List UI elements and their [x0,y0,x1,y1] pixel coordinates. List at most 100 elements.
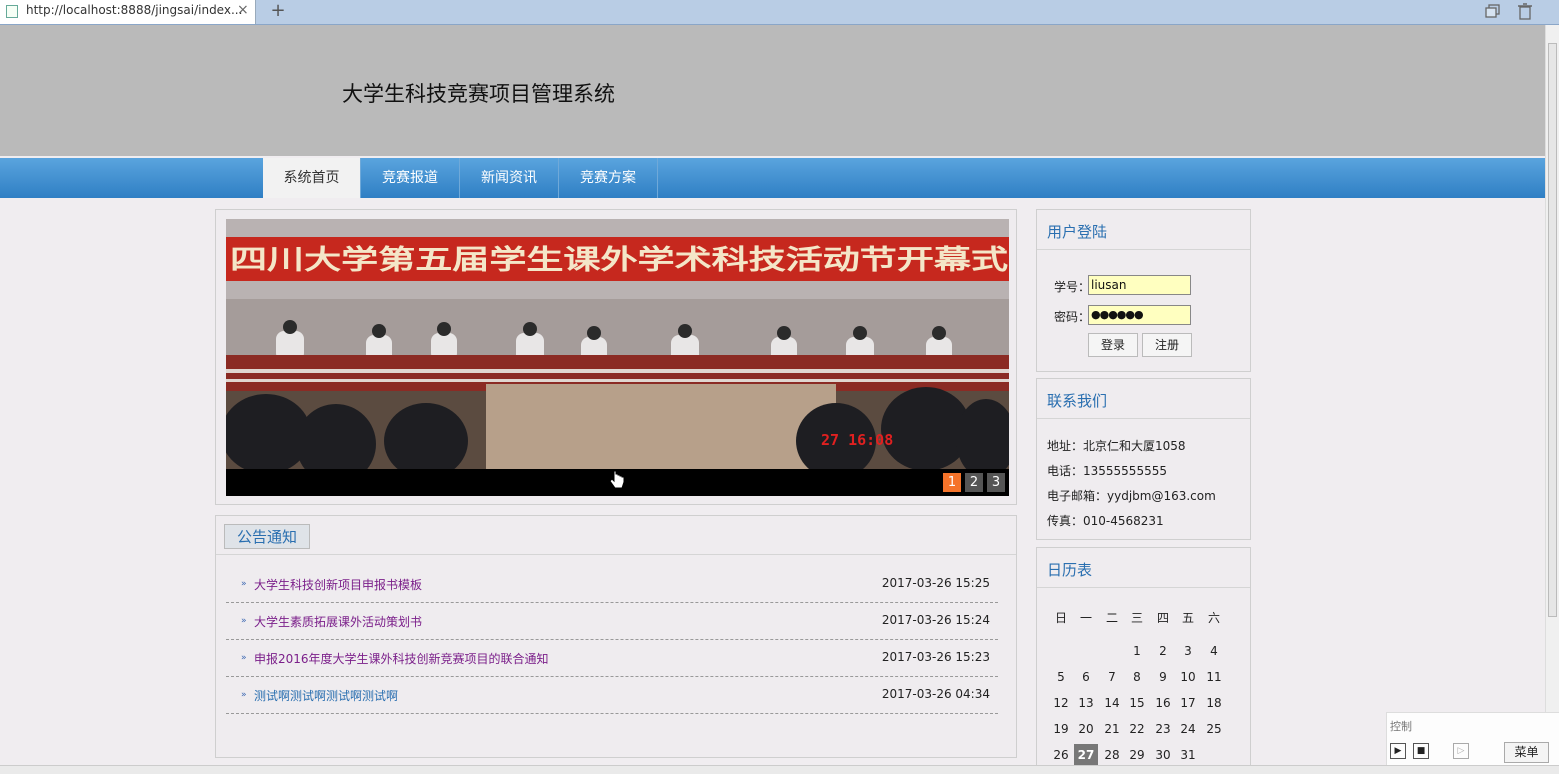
calendar-day[interactable]: 22 [1125,718,1149,740]
calendar-day[interactable]: 8 [1125,666,1149,688]
control-title: 控制 [1390,720,1412,733]
login-button[interactable]: 登录 [1088,333,1138,357]
step-icon[interactable]: ▷ [1453,743,1469,759]
calendar-day[interactable]: 12 [1049,692,1073,714]
calendar-day[interactable]: 15 [1125,692,1149,714]
main-nav: 系统首页 竞赛报道 新闻资讯 竞赛方案 [0,158,1545,198]
register-button[interactable]: 注册 [1142,333,1192,357]
contact-title: 联系我们 [1047,392,1108,410]
menu-button[interactable]: 菜单 [1504,742,1549,763]
calendar-weekday: 四 [1156,611,1169,625]
login-title: 用户登陆 [1047,223,1108,241]
notice-link[interactable]: 测试啊测试啊测试啊测试啊 [254,687,398,704]
browser-tab-bar: http://localhost:8888/jingsai/index... ×… [0,0,1559,25]
image-slider[interactable]: 四川大学第五届学生课外学术科技活动节开幕式 27 16:08 1 2 3 [226,219,1009,496]
calendar-day[interactable]: 10 [1176,666,1200,688]
notice-date: 2017-03-26 15:23 [881,650,990,664]
notice-date: 2017-03-26 04:34 [881,687,990,701]
calendar-weekday: 一 [1079,611,1092,625]
bullet-icon: » [241,690,247,700]
notice-link[interactable]: 申报2016年度大学生课外科技创新竞赛项目的联合通知 [254,650,549,667]
calendar-weekday: 六 [1207,611,1220,625]
calendar-day[interactable]: 23 [1151,718,1175,740]
contact-fax: 传真：010-4568231 [1047,514,1164,528]
calendar-day[interactable]: 17 [1176,692,1200,714]
calendar-day[interactable]: 5 [1049,666,1073,688]
contact-phone: 电话：13555555555 [1047,464,1167,478]
notice-date: 2017-03-26 15:25 [881,576,990,590]
control-panel: 控制 ▶ ■ ▷ 菜单 [1386,712,1559,769]
nav-item-competition-plans[interactable]: 竞赛方案 [559,158,658,198]
calendar-day[interactable]: 11 [1202,666,1226,688]
browser-tab[interactable]: http://localhost:8888/jingsai/index... × [0,0,256,24]
password-input[interactable]: ●●●●●● [1088,305,1191,325]
calendar-weekday: 日 [1054,611,1067,625]
calendar-day[interactable]: 16 [1151,692,1175,714]
calendar-day[interactable]: 30 [1151,744,1175,766]
nav-item-competition-reports[interactable]: 竞赛报道 [361,158,460,198]
calendar-day[interactable]: 18 [1202,692,1226,714]
contact-address: 地址：北京仁和大厦1058 [1047,439,1186,453]
photo-timestamp: 27 16:08 [821,431,893,449]
calendar-day[interactable]: 19 [1049,718,1073,740]
calendar-title: 日历表 [1047,561,1093,579]
hand-cursor-icon [609,470,625,489]
notice-link[interactable]: 大学生素质拓展课外活动策划书 [254,613,422,630]
calendar-day[interactable]: 31 [1176,744,1200,766]
calendar-day[interactable]: 3 [1176,640,1200,662]
calendar-weekday: 二 [1105,611,1118,625]
stop-icon[interactable]: ■ [1413,743,1429,759]
divider [216,554,1016,555]
divider [1037,418,1250,419]
banner-text: 四川大学第五届学生课外学术科技活动节开幕式 [230,244,1008,276]
login-box: 用户登陆 学号： 密码： ●●●●●● 登录 注册 [1036,209,1251,372]
site-header: 大学生科技竞赛项目管理系统 [0,25,1545,156]
bullet-icon: » [241,616,247,626]
calendar-day[interactable]: 9 [1151,666,1175,688]
trash-icon[interactable] [1516,2,1534,20]
bullet-icon: » [241,653,247,663]
divider [1037,249,1250,250]
calendar-day[interactable]: 1 [1125,640,1149,662]
calendar-day[interactable]: 21 [1100,718,1124,740]
site-title: 大学生科技竞赛项目管理系统 [342,82,615,106]
slide-page-3[interactable]: 3 [987,473,1005,492]
calendar-day[interactable]: 14 [1100,692,1124,714]
play-icon[interactable]: ▶ [1390,743,1406,759]
student-id-input[interactable] [1088,275,1191,295]
calendar-day[interactable]: 7 [1100,666,1124,688]
calendar-day[interactable]: 13 [1074,692,1098,714]
notice-row: » 申报2016年度大学生课外科技创新竞赛项目的联合通知 2017-03-26 15… [226,640,998,677]
student-id-label: 学号： [1054,280,1091,294]
calendar-today[interactable]: 27 [1074,744,1098,766]
password-label: 密码： [1054,310,1091,324]
calendar-day[interactable]: 29 [1125,744,1149,766]
calendar-day[interactable]: 6 [1074,666,1098,688]
calendar-day[interactable]: 28 [1100,744,1124,766]
notice-link[interactable]: 大学生科技创新项目申报书模板 [254,576,422,593]
calendar-weekday: 五 [1181,611,1194,625]
calendar-day[interactable]: 24 [1176,718,1200,740]
contact-email: 电子邮箱：yydjbm@163.com [1047,489,1216,503]
restore-window-icon[interactable] [1484,2,1502,20]
nav-item-home[interactable]: 系统首页 [263,158,361,198]
new-tab-button[interactable]: + [264,0,292,22]
contact-box: 联系我们 地址：北京仁和大厦1058 电话：13555555555 电子邮箱：y… [1036,378,1251,540]
slide-page-1[interactable]: 1 [943,473,961,492]
close-tab-icon[interactable]: × [237,2,249,18]
nav-item-news[interactable]: 新闻资讯 [460,158,559,198]
slider-box: 四川大学第五届学生课外学术科技活动节开幕式 27 16:08 1 2 3 [215,209,1017,505]
notice-date: 2017-03-26 15:24 [881,613,990,627]
calendar-weekday: 三 [1130,611,1143,625]
calendar-day[interactable]: 2 [1151,640,1175,662]
scrollbar-thumb[interactable] [1548,43,1557,617]
calendar-day[interactable]: 25 [1202,718,1226,740]
calendar-day[interactable]: 26 [1049,744,1073,766]
notice-row: » 测试啊测试啊测试啊测试啊 2017-03-26 04:34 [226,677,998,714]
page-scrollbar[interactable] [1545,25,1559,765]
calendar-day[interactable]: 20 [1074,718,1098,740]
calendar-day[interactable]: 4 [1202,640,1226,662]
notice-row: » 大学生素质拓展课外活动策划书 2017-03-26 15:24 [226,603,998,640]
calendar-box: 日历表 日一二三四五六 1 2 3 4 5 6 7 8 9 10 11 12 13 14 15 16 17 18 19… [1036,547,1251,773]
slide-page-2[interactable]: 2 [965,473,983,492]
